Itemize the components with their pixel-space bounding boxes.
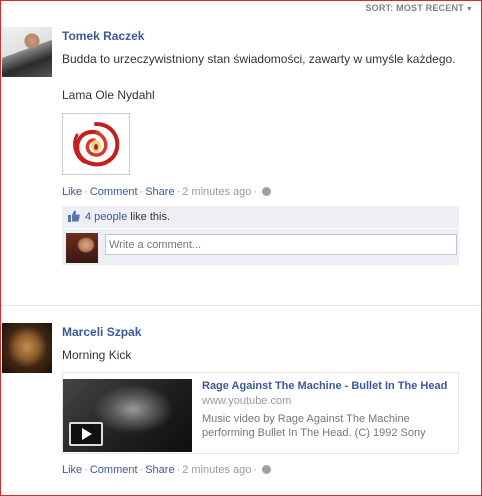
avatar[interactable] <box>2 27 52 77</box>
timestamp[interactable]: 2 minutes ago <box>182 464 251 476</box>
globe-icon[interactable] <box>262 465 272 474</box>
story-actions: Like · Comment · Share · 2 minutes ago · <box>62 184 459 200</box>
shared-link-description: Music video by Rage Against The Machine … <box>202 413 426 439</box>
timestamp[interactable]: 2 minutes ago <box>182 186 251 198</box>
sort-menu[interactable]: SORT: MOST RECENT ▼ <box>365 3 473 13</box>
thumbs-up-icon <box>68 210 80 222</box>
author-name[interactable]: Tomek Raczek <box>62 27 459 45</box>
globe-icon[interactable] <box>262 187 272 196</box>
shared-link-title[interactable]: Rage Against The Machine - Bullet In The… <box>202 379 452 393</box>
like-link[interactable]: Like <box>62 186 82 198</box>
likes-suffix: like this. <box>130 211 171 223</box>
likes-bar: 4 people like this. <box>62 206 459 228</box>
author-name[interactable]: Marceli Szpak <box>62 323 459 341</box>
play-icon[interactable] <box>69 422 103 446</box>
shared-link-card[interactable]: Rage Against The Machine - Bullet In The… <box>62 372 459 454</box>
story-actions: Like · Comment · Share · 2 minutes ago · <box>62 462 459 478</box>
comment-link[interactable]: Comment <box>90 186 138 198</box>
sort-label: SORT: MOST RECENT <box>365 3 464 13</box>
share-link[interactable]: Share <box>145 464 174 476</box>
avatar <box>66 233 98 263</box>
attachment-thumbnail[interactable] <box>62 113 130 175</box>
news-feed: SORT: MOST RECENT ▼ Tomek Raczek Budda to… <box>0 0 482 496</box>
post-message: Budda to urzeczywistniony stan świadomoś… <box>62 50 459 104</box>
message-gap <box>62 68 459 86</box>
story-divider <box>1 305 481 306</box>
shared-link-text: Rage Against The Machine - Bullet In The… <box>202 379 452 440</box>
comment-composer <box>62 229 459 265</box>
share-link[interactable]: Share <box>145 186 174 198</box>
shared-link-url: www.youtube.com <box>202 395 292 407</box>
likers-link[interactable]: 4 people <box>85 211 127 223</box>
post-message: Morning Kick <box>62 348 132 362</box>
message-line: Budda to urzeczywistniony stan świadomoś… <box>62 52 456 66</box>
story-content: Marceli Szpak Morning Kick Rage Against … <box>62 323 459 478</box>
comment-link[interactable]: Comment <box>90 464 138 476</box>
chevron-down-icon: ▼ <box>465 6 473 13</box>
comment-input[interactable] <box>105 234 457 255</box>
message-line: Lama Ole Nydahl <box>62 88 155 102</box>
avatar[interactable] <box>2 323 52 373</box>
story-content: Tomek Raczek Budda to urzeczywistniony s… <box>62 27 459 265</box>
spiral-logo-icon <box>73 122 120 167</box>
video-thumbnail[interactable] <box>63 379 192 452</box>
like-link[interactable]: Like <box>62 464 82 476</box>
